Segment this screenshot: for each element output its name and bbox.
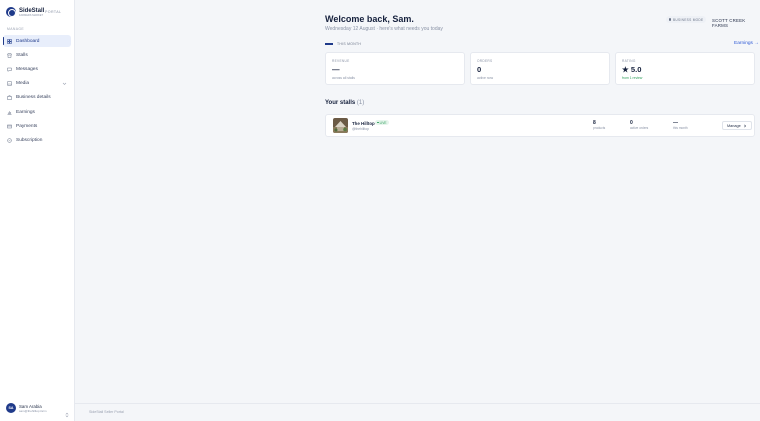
card-value: — (332, 65, 340, 74)
this-month-stat: — this month (673, 120, 688, 130)
sidebar-item-label: Media (16, 81, 30, 87)
sidebar-item-dashboard[interactable]: Dashboard (3, 35, 71, 48)
avatar: SA (6, 403, 16, 413)
stall-thumbnail (333, 118, 348, 133)
page-title: Welcome back, Sam. (325, 14, 414, 24)
active-orders-stat: 0 active orders (630, 120, 648, 130)
card-value: ★ 5.0 (622, 65, 642, 74)
brand-tagline: FARMERS MARKET (19, 13, 44, 17)
rating-card: RATING ★ 5.0 from 1 review (615, 52, 755, 85)
sidebar-item-subscription[interactable]: Subscription (3, 134, 71, 146)
card-label: RATING (622, 59, 636, 63)
stat-label: active orders (630, 126, 649, 130)
stalls-title: Your stalls (325, 100, 356, 106)
chart-icon (7, 110, 12, 115)
business-mode-badge[interactable]: BUSINESS MODE (666, 16, 707, 23)
sidebar-item-payments[interactable]: Payments (3, 120, 71, 132)
briefcase-icon (7, 95, 12, 101)
manage-label: Manage (727, 123, 741, 128)
card-icon (7, 124, 12, 129)
products-stat: 8 products (593, 120, 605, 130)
chat-icon (7, 67, 12, 73)
sidebar-item-label: Payments (16, 123, 38, 129)
logo-icon (6, 7, 16, 17)
sidebar-item-media[interactable]: Media (3, 78, 71, 90)
card-label: ORDERS (477, 59, 493, 63)
sidebar-item-stalls[interactable]: Stalls (3, 49, 71, 61)
orders-card: ORDERS 0 active now (470, 52, 610, 85)
sidebar-item-messages[interactable]: Messages (3, 63, 71, 75)
sidebar-item-business-details[interactable]: Business details (3, 92, 71, 104)
status-label: LIVE (379, 120, 387, 125)
brand-name: SideStall (19, 7, 45, 14)
sidebar-item-label: Stalls (16, 52, 28, 58)
card-subtext: from 1 review (622, 76, 643, 80)
stalls-count: (1) (356, 100, 365, 106)
manage-button[interactable]: Manage (722, 121, 752, 130)
image-icon (7, 81, 12, 86)
tab-indicator (325, 43, 333, 45)
stall-handle: @thehilltop (352, 127, 370, 131)
brand-logo[interactable]: SideStall FARMERS MARKET (6, 7, 44, 17)
sidebar-item-label: Dashboard (16, 38, 40, 44)
user-email: sam@thehilltop.farm (19, 408, 47, 413)
card-subtext: across all stalls (332, 76, 355, 80)
chevron-expand-icon[interactable] (64, 405, 70, 418)
sidebar-item-label: Earnings (16, 109, 35, 115)
period-label: THIS MONTH (337, 42, 362, 46)
badge-label: BUSINESS MODE (672, 17, 704, 22)
earnings-link[interactable]: Earnings → (734, 41, 759, 46)
stall-row[interactable]: The Hilltop LIVE @thehilltop 8 products … (325, 114, 755, 137)
period-tab[interactable]: THIS MONTH (325, 42, 361, 46)
stalls-heading: Your stalls (1) (325, 100, 364, 106)
footer-text: SideStall Seller Portal (89, 410, 124, 414)
revenue-card: REVENUE — across all stalls (325, 52, 465, 85)
sidebar: SideStall FARMERS MARKET PORTAL MANAGE D… (0, 0, 75, 421)
stat-label: products (593, 126, 606, 130)
status-badge: LIVE (375, 120, 389, 125)
sidebar-item-label: Subscription (16, 138, 43, 143)
stall-name[interactable]: The Hilltop (352, 121, 375, 126)
sidebar-nav: Dashboard Stalls Messages Media Business… (3, 35, 71, 149)
footer-divider (75, 403, 760, 404)
live-dot-icon (377, 121, 379, 124)
store-icon (7, 53, 12, 58)
sidebar-item-earnings[interactable]: Earnings (3, 106, 71, 118)
chevron-right-icon (743, 124, 746, 127)
user-menu[interactable]: SA Sam Arabia sam@thehilltop.farm (6, 403, 72, 418)
chevron-down-icon[interactable] (61, 81, 67, 87)
nav-section-label: MANAGE (7, 27, 25, 31)
stat-label: this month (673, 126, 688, 130)
card-label: REVENUE (332, 59, 350, 63)
card-subtext: active now (477, 76, 494, 80)
page-subtitle: Wednesday 12 August · here's what needs … (325, 26, 443, 32)
card-value: 0 (477, 65, 482, 74)
business-name[interactable]: SCOTT CREEK FARMS (712, 18, 760, 28)
grid-icon (7, 38, 12, 44)
portal-label: PORTAL (45, 10, 62, 14)
badge-icon (7, 138, 12, 143)
sidebar-item-label: Messages (16, 67, 38, 73)
mode-icon (669, 18, 672, 21)
sidebar-item-label: Business details (16, 95, 51, 101)
